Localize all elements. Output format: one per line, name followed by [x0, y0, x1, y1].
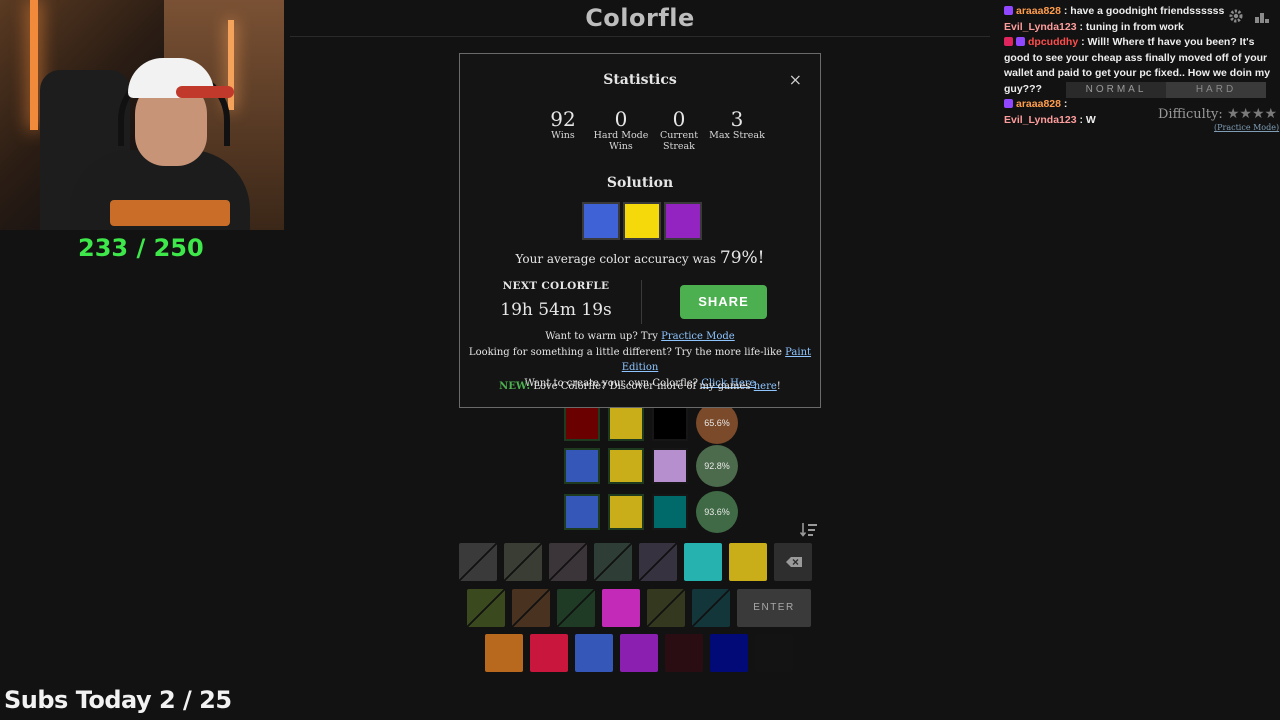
guess-cell — [652, 448, 688, 484]
accuracy-value: 79%! — [719, 248, 765, 268]
solution-swatch — [582, 202, 620, 240]
next-colorfle-label: NEXT COLORFLE — [502, 280, 610, 292]
color-key[interactable] — [647, 589, 685, 627]
accuracy-badge: 92.8% — [696, 445, 738, 487]
color-key[interactable] — [755, 634, 793, 672]
enter-button[interactable]: ENTER — [737, 589, 811, 627]
guess-cell — [608, 405, 644, 441]
difficulty-rating: Difficulty: ★★★★ — [1158, 106, 1277, 122]
solution-swatch — [623, 202, 661, 240]
guess-cell — [564, 494, 600, 530]
color-key[interactable] — [710, 634, 748, 672]
guess-cell — [564, 405, 600, 441]
color-key[interactable] — [575, 634, 613, 672]
star-icon: ★★★★ — [1226, 106, 1278, 122]
color-key[interactable] — [729, 543, 767, 581]
color-key[interactable] — [665, 634, 703, 672]
color-key[interactable] — [639, 543, 677, 581]
difficulty-label: Difficulty: — [1158, 107, 1223, 122]
color-key[interactable] — [594, 543, 632, 581]
color-key[interactable] — [485, 634, 523, 672]
color-keyboard-row: ENTER — [467, 589, 811, 627]
chat-message: Evil_Lynda123 : tuning in from work — [1004, 20, 1184, 33]
solution-swatch — [664, 202, 702, 240]
header-divider — [290, 36, 990, 37]
backspace-icon — [786, 557, 802, 567]
stat-current-streak: 0 Current Streak — [659, 107, 699, 152]
color-keyboard-row — [485, 634, 793, 672]
color-key[interactable] — [557, 589, 595, 627]
stats-row: 92 Wins 0 Hard Mode Wins 0 Current Strea… — [534, 108, 766, 152]
close-icon[interactable]: × — [789, 70, 802, 89]
share-button[interactable]: SHARE — [680, 285, 767, 319]
accuracy-badge: 65.6% — [696, 402, 738, 444]
color-key[interactable] — [684, 543, 722, 581]
accuracy-text: Your average color accuracy was 79%! — [515, 248, 765, 268]
color-key[interactable] — [549, 543, 587, 581]
webcam-feed — [0, 0, 284, 230]
tab-normal[interactable]: NORMAL — [1066, 82, 1166, 98]
practice-mode-link[interactable]: Practice Mode — [661, 331, 735, 342]
statistics-modal: Statistics × 92 Wins 0 Hard Mode Wins 0 … — [459, 53, 821, 408]
guess-cell — [608, 494, 644, 530]
guess-cell — [608, 448, 644, 484]
backspace-button[interactable] — [774, 543, 812, 581]
guess-cell — [564, 448, 600, 484]
stat-wins: 92 Wins — [550, 107, 576, 141]
color-key[interactable] — [602, 589, 640, 627]
color-key[interactable] — [530, 634, 568, 672]
countdown-timer: 19h 54m 19s — [500, 300, 612, 320]
accuracy-badge: 93.6% — [696, 491, 738, 533]
difficulty-tabs: NORMAL HARD — [1066, 82, 1266, 98]
color-keyboard-row — [459, 543, 812, 581]
solution-title: Solution — [606, 175, 674, 191]
practice-mode-link-small[interactable]: (Practice Mode) — [1214, 123, 1279, 132]
color-key[interactable] — [620, 634, 658, 672]
chat-message: araaa828 : have a goodnight friendssssss — [1004, 4, 1276, 20]
subs-today-counter: Subs Today 2 / 25 — [4, 686, 232, 714]
color-key[interactable] — [504, 543, 542, 581]
modal-title: Statistics — [603, 72, 677, 88]
stat-hard-mode-wins: 0 Hard Mode Wins — [593, 107, 649, 152]
more-games-link[interactable]: here — [754, 381, 777, 392]
guess-cell — [652, 494, 688, 530]
guess-row: 65.6% — [564, 402, 738, 444]
stat-max-streak: 3 Max Streak — [709, 107, 765, 141]
guess-row: 92.8% — [564, 445, 738, 487]
tab-hard[interactable]: HARD — [1166, 82, 1266, 98]
solution-swatches — [582, 202, 702, 240]
color-key[interactable] — [692, 589, 730, 627]
sub-goal-counter: 233 / 250 — [78, 234, 204, 262]
color-key[interactable] — [512, 589, 550, 627]
sort-icon[interactable] — [799, 522, 818, 538]
color-key[interactable] — [467, 589, 505, 627]
color-key[interactable] — [459, 543, 497, 581]
guess-cell — [652, 405, 688, 441]
divider — [641, 280, 642, 324]
guess-row: 93.6% — [564, 491, 738, 533]
new-games-line: NEW: Love Colorfle? Discover more of my … — [499, 381, 781, 392]
